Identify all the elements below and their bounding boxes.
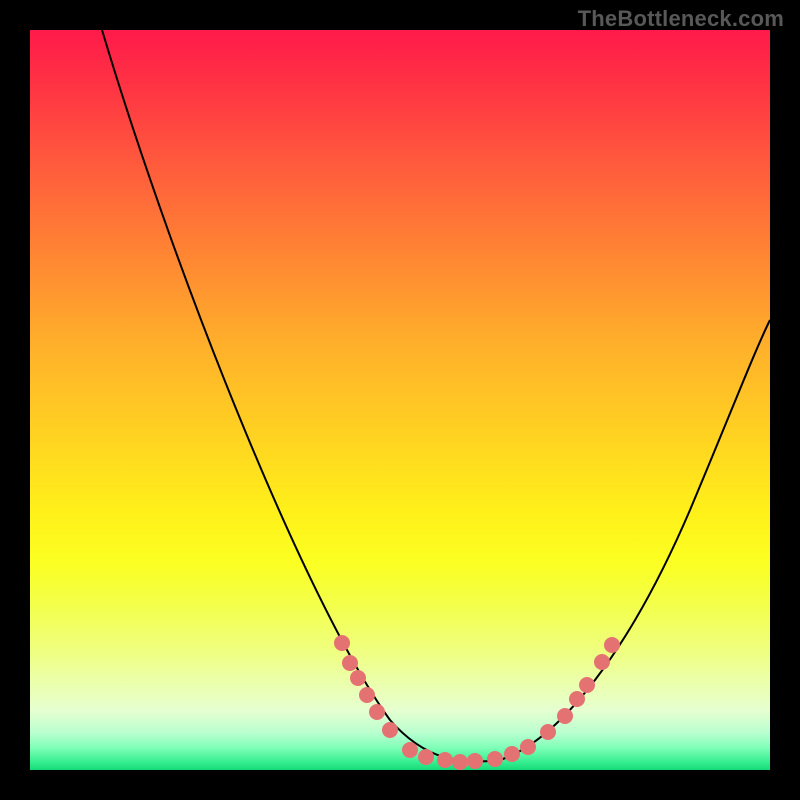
data-marker <box>467 753 483 769</box>
data-marker <box>418 749 434 765</box>
data-marker <box>594 654 610 670</box>
curve-line <box>102 30 770 762</box>
data-marker <box>437 752 453 768</box>
chart-svg <box>30 30 770 770</box>
data-marker <box>342 655 358 671</box>
data-marker <box>369 704 385 720</box>
data-marker <box>487 751 503 767</box>
data-marker <box>350 670 366 686</box>
data-marker <box>540 724 556 740</box>
data-marker <box>604 637 620 653</box>
data-marker <box>569 691 585 707</box>
data-marker <box>334 635 350 651</box>
data-marker <box>359 687 375 703</box>
data-marker <box>579 677 595 693</box>
data-marker <box>557 708 573 724</box>
data-marker <box>402 742 418 758</box>
plot-area <box>30 30 770 770</box>
chart-container: TheBottleneck.com <box>0 0 800 800</box>
data-marker <box>520 739 536 755</box>
data-marker <box>382 722 398 738</box>
watermark-text: TheBottleneck.com <box>578 6 784 32</box>
data-marker <box>452 754 468 770</box>
data-marker <box>504 746 520 762</box>
